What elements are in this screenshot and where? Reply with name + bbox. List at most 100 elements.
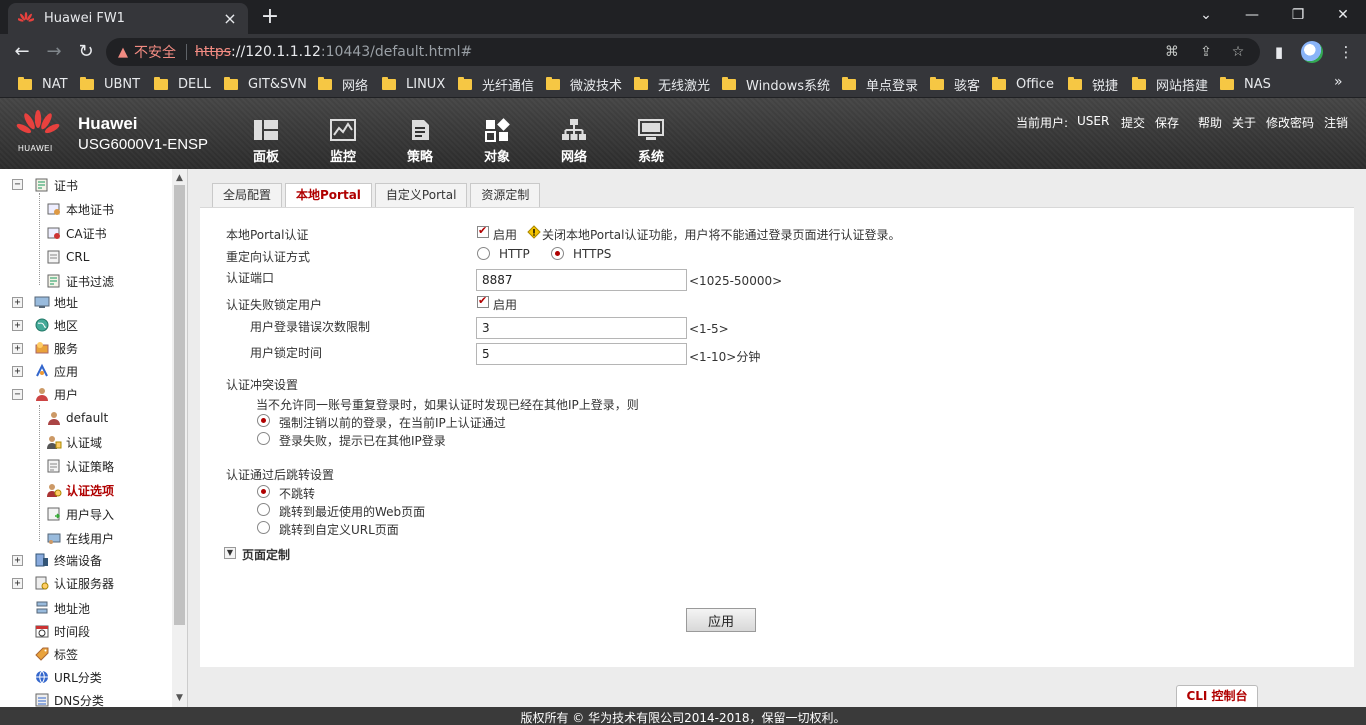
redirect-custom-url-radio[interactable] (257, 521, 270, 534)
tree-item-terminal-device[interactable]: 终端设备 (34, 550, 102, 570)
tree-expand-icon[interactable]: + (12, 297, 23, 308)
scroll-up-icon[interactable]: ▲ (172, 171, 187, 185)
sidebar-scroll-thumb[interactable] (174, 185, 185, 625)
bookmark-folder[interactable]: Windows系统 (722, 75, 830, 94)
bookmark-folder[interactable]: DELL (154, 75, 211, 93)
tree-item-auth-policy[interactable]: 认证策略 (46, 456, 114, 476)
browser-menu-icon[interactable]: ⋮ (1333, 39, 1359, 65)
nav-network[interactable]: 网络 (544, 118, 604, 165)
conflict-force-logout-radio[interactable] (257, 414, 270, 427)
tree-item-cert-filter[interactable]: 证书过滤 (46, 271, 114, 291)
tree-item-online-user[interactable]: 在线用户 (46, 528, 114, 548)
tree-item-service[interactable]: 服务 (34, 338, 78, 358)
tree-item-local-cert[interactable]: 本地证书 (46, 199, 114, 219)
minimize-icon[interactable]: — (1229, 0, 1275, 34)
tree-item-crl[interactable]: CRL (46, 247, 89, 267)
bookmark-star-icon[interactable]: ☆ (1224, 38, 1252, 66)
sidepanel-icon[interactable]: ▮ (1266, 39, 1292, 65)
cli-console-button[interactable]: CLI 控制台 (1176, 685, 1258, 707)
tree-expand-icon[interactable]: + (12, 320, 23, 331)
tree-item-ca-cert[interactable]: CA证书 (46, 223, 107, 243)
tree-item-address[interactable]: 地址 (34, 292, 78, 312)
tree-item-dns-category[interactable]: DNS分类 (34, 690, 104, 707)
tab-resource-custom[interactable]: 资源定制 (470, 183, 541, 207)
tree-expand-icon[interactable]: + (12, 366, 23, 377)
reload-icon[interactable]: ↻ (73, 39, 99, 65)
scroll-down-icon[interactable]: ▼ (172, 691, 187, 705)
share-icon[interactable]: ⇪ (1192, 38, 1220, 66)
bookmark-folder[interactable]: 网站搭建 (1132, 75, 1208, 94)
lock-user-enable-checkbox[interactable] (477, 294, 489, 308)
tree-item-address-pool[interactable]: 地址池 (34, 598, 90, 618)
tab-local-portal[interactable]: 本地Portal (285, 183, 372, 208)
logout-link[interactable]: 注销 (1324, 114, 1348, 131)
bookmark-folder[interactable]: 骇客 (930, 75, 980, 94)
browser-tab[interactable]: Huawei FW1 × (8, 3, 248, 34)
tree-item-certificate[interactable]: 证书 (34, 175, 78, 195)
tree-item-user[interactable]: 用户 (34, 384, 78, 404)
tree-expand-icon[interactable]: + (12, 343, 23, 354)
tab-search-chevron-icon[interactable]: ⌄ (1183, 0, 1229, 34)
submit-link[interactable]: 提交 (1121, 114, 1145, 131)
restore-icon[interactable]: ❐ (1275, 0, 1321, 34)
bookmark-folder[interactable]: 单点登录 (842, 75, 918, 94)
fail-count-input[interactable] (476, 317, 687, 339)
tree-expand-icon[interactable]: + (12, 578, 23, 589)
bookmark-folder[interactable]: 光纤通信 (458, 75, 534, 94)
tree-item-url-category[interactable]: URL分类 (34, 667, 102, 687)
translate-icon[interactable]: ⌘ (1158, 38, 1186, 66)
lock-time-input[interactable] (476, 343, 687, 365)
tree-expand-icon[interactable]: + (12, 555, 23, 566)
bookmark-folder[interactable]: LINUX (382, 75, 445, 93)
bookmark-folder[interactable]: 网络 (318, 75, 368, 94)
tree-item-tag[interactable]: 标签 (34, 644, 78, 664)
page-custom-label[interactable]: 页面定制 (242, 546, 290, 563)
bookmark-folder[interactable]: 无线激光 (634, 75, 710, 94)
nav-policy[interactable]: 策略 (390, 118, 450, 165)
https-radio[interactable] (551, 247, 564, 260)
bookmark-folder[interactable]: NAS (1220, 75, 1271, 93)
tree-item-region[interactable]: 地区 (34, 315, 78, 335)
back-arrow-icon[interactable]: ← (9, 39, 35, 65)
sidebar-scrollbar[interactable]: ▲ ▼ (172, 169, 187, 707)
bookmark-folder[interactable]: NAT (18, 75, 68, 93)
tree-item-auth-option[interactable]: 认证选项 (46, 480, 114, 500)
tree-item-auth-server[interactable]: 认证服务器 (34, 573, 114, 593)
auth-port-input[interactable] (476, 269, 687, 291)
tab-global-config[interactable]: 全局配置 (212, 183, 283, 207)
tree-item-auth-domain[interactable]: 认证域 (46, 432, 102, 452)
tab-custom-portal[interactable]: 自定义Portal (374, 183, 468, 207)
tree-item-time-range[interactable]: 时间段 (34, 621, 90, 641)
address-bar[interactable]: ▲ 不安全 https ://120.1.1.12 :10443/default… (106, 38, 1260, 66)
bookmarks-more-icon[interactable]: » (1334, 74, 1343, 90)
no-redirect-radio[interactable] (257, 485, 270, 498)
about-link[interactable]: 关于 (1232, 114, 1256, 131)
conflict-fail-radio[interactable] (257, 432, 270, 445)
save-link[interactable]: 保存 (1155, 114, 1179, 131)
http-radio[interactable] (477, 247, 490, 260)
tree-collapse-icon[interactable]: − (12, 389, 23, 400)
tree-collapse-icon[interactable]: − (12, 179, 23, 190)
window-close-icon[interactable]: ✕ (1320, 0, 1366, 34)
nav-object[interactable]: 对象 (467, 118, 527, 165)
nav-system[interactable]: 系统 (621, 118, 681, 165)
redirect-recent-radio[interactable] (257, 503, 270, 516)
page-custom-toggle-icon[interactable]: ▼ (224, 547, 236, 559)
nav-monitor[interactable]: 监控 (313, 118, 373, 165)
bookmark-folder[interactable]: 微波技术 (546, 75, 622, 94)
nav-dashboard[interactable]: 面板 (236, 118, 296, 165)
forward-arrow-icon[interactable]: → (41, 39, 67, 65)
new-tab-icon[interactable]: + (258, 6, 282, 30)
bookmark-folder[interactable]: Office (992, 75, 1054, 93)
change-password-link[interactable]: 修改密码 (1266, 114, 1314, 131)
help-link[interactable]: 帮助 (1198, 114, 1222, 131)
local-portal-enable-checkbox[interactable] (477, 224, 489, 238)
tree-item-default[interactable]: default (46, 408, 108, 428)
bookmark-folder[interactable]: UBNT (80, 75, 140, 93)
tree-item-user-import[interactable]: 用户导入 (46, 504, 114, 524)
profile-avatar[interactable] (1301, 41, 1323, 63)
tree-item-application[interactable]: 应用 (34, 361, 78, 381)
tab-close-icon[interactable]: × (222, 10, 238, 27)
bookmark-folder[interactable]: 锐捷 (1068, 75, 1118, 94)
apply-button[interactable]: 应用 (686, 608, 756, 632)
